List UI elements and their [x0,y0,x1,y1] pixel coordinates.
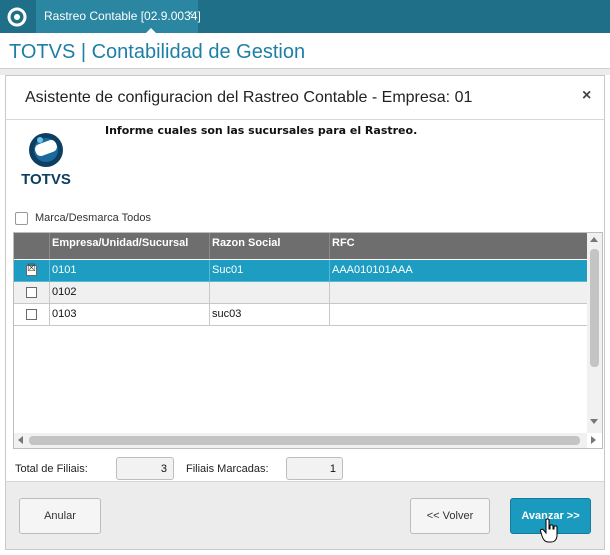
scroll-right-icon[interactable] [591,436,596,444]
instruction-text: Informe cuales son las sucursales para e… [105,124,418,137]
cell-razon-social[interactable] [210,282,330,304]
totvs-logo: TOTVS [21,133,71,188]
column-header-razon-social[interactable]: Razon Social [210,233,330,259]
anular-button[interactable]: Anular [19,498,101,534]
cell-rfc[interactable]: AAA010101AAA [330,260,587,282]
wizard-dialog: Asistente de configuracion del Rastreo C… [5,75,605,550]
totvs-home-icon[interactable] [6,6,28,28]
mark-all-checkbox[interactable] [15,212,28,225]
mark-all-label: Marca/Desmarca Todos [35,212,151,224]
row-checkbox[interactable] [26,287,37,298]
volver-button[interactable]: << Volver [410,498,490,534]
app-header: TOTVS | Contabilidad de Gestion [0,33,610,69]
scroll-left-icon[interactable] [18,436,23,444]
tab-rastreo-contable[interactable]: Rastreo Contable [02.9.0034] × [36,0,201,34]
hand-cursor-icon [540,518,558,543]
close-icon[interactable]: × [187,8,193,20]
dialog-title: Asistente de configuracion del Rastreo C… [25,89,473,106]
total-filiais-label: Total de Filiais: [15,463,88,475]
vertical-scroll-thumb[interactable] [590,249,599,367]
app-title: TOTVS | Contabilidad de Gestion [9,41,306,63]
row-checkbox-checked[interactable]: ☒ [26,263,37,276]
logo-text: TOTVS [21,171,71,188]
row-check-cell[interactable] [14,282,50,304]
dialog-footer: Anular << Volver Avanzar >> [6,481,604,549]
horizontal-scroll-thumb[interactable] [29,436,580,445]
filiais-marcadas-field: 1 [286,457,343,480]
scroll-up-icon[interactable] [590,237,598,242]
table-row[interactable]: 0102 [14,282,587,304]
column-header-empresa[interactable]: Empresa/Unidad/Sucursal [50,233,210,259]
filiais-marcadas-label: Filiais Marcadas: [186,463,269,475]
scroll-down-icon[interactable] [590,419,598,424]
cell-empresa[interactable]: 0102 [50,282,210,304]
grid-header: Empresa/Unidad/Sucursal Razon Social RFC [14,233,587,259]
top-bar: Rastreo Contable [02.9.0034] × [0,0,610,34]
cell-rfc[interactable] [330,282,587,304]
row-check-cell[interactable]: ☒ [14,260,50,282]
cell-rfc[interactable] [330,304,587,326]
row-check-cell[interactable] [14,304,50,326]
column-header-rfc[interactable]: RFC [330,233,587,259]
row-checkbox[interactable] [26,309,37,320]
dialog-header: Asistente de configuracion del Rastreo C… [6,76,604,120]
column-header-check[interactable] [14,233,50,259]
tab-label: Rastreo Contable [02.9.0034] [44,9,201,23]
check-mark-icon: ☒ [27,263,36,274]
cell-razon-social[interactable]: Suc01 [210,260,330,282]
vertical-scrollbar[interactable] [587,233,602,433]
table-row[interactable]: 0103 suc03 [14,304,587,326]
table-row[interactable]: ☒ 0101 Suc01 AAA010101AAA [14,260,587,282]
cell-razon-social[interactable]: suc03 [210,304,330,326]
branches-grid: Empresa/Unidad/Sucursal Razon Social RFC… [13,232,603,449]
cell-empresa[interactable]: 0103 [50,304,210,326]
close-icon[interactable]: × [582,87,591,105]
cell-empresa[interactable]: 0101 [50,260,210,282]
horizontal-scrollbar[interactable] [14,433,587,448]
total-filiais-field: 3 [116,457,174,480]
